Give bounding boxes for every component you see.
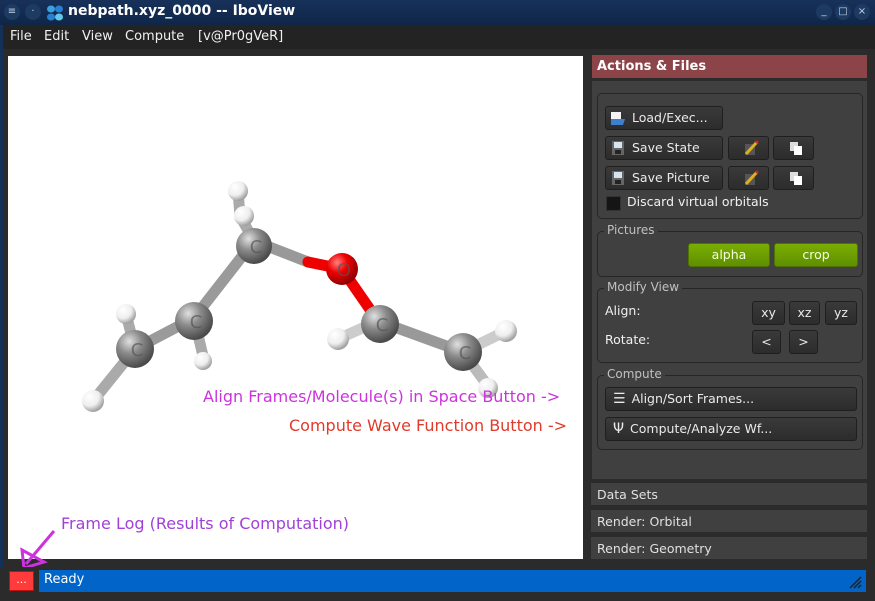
psi-icon: Ψ [613,421,625,437]
hydrogen-atom [495,320,517,342]
copy-picture-button[interactable] [773,166,814,190]
minimize-button[interactable]: _ [816,4,832,20]
hydrogen-atom [234,206,254,226]
menu-user[interactable]: [v@Pr0gVeR] [198,29,283,44]
status-message-area: Ready [39,570,866,592]
annotation-arrow-icon [20,530,56,570]
sticky-button[interactable]: · [25,4,41,20]
modify-view-group-title: Modify View [604,280,683,294]
list-icon: ☰ [613,391,626,407]
bonds [87,185,512,407]
atom-label: C [250,237,263,258]
align-label: Align: [605,303,641,318]
modify-view-group: Modify View Align: xy xz yz Rotate: < > [597,280,863,363]
compute-group-title: Compute [604,367,665,381]
annotation-compute: Compute Wave Function Button -> [289,416,568,435]
floppy-disk-icon [612,171,624,185]
align-sort-frames-button[interactable]: ☰ Align/Sort Frames... [605,387,857,411]
hydrogen-atom [82,390,104,412]
rotate-right-button[interactable]: > [789,330,818,354]
hydrogen-atom [327,328,349,350]
hydrogen-atom [194,352,212,370]
menu-compute[interactable]: Compute [125,29,184,44]
discard-virtual-orbitals-checkbox[interactable] [606,196,621,211]
pictures-group-title: Pictures [604,223,658,237]
save-state-button[interactable]: Save State [605,136,723,160]
annotation-log: Frame Log (Results of Computation) [61,514,350,533]
compute-group: Compute ☰ Align/Sort Frames... Ψ Compute… [597,367,863,450]
copy-icon [789,142,802,155]
section-render-orbital[interactable]: Render: Orbital [591,510,867,533]
hydrogen-atom [116,304,136,324]
compute-analyze-wf-button[interactable]: Ψ Compute/Analyze Wf... [605,417,857,441]
crop-button[interactable]: crop [774,243,858,267]
copy-state-button[interactable] [773,136,814,160]
menu-view[interactable]: View [82,29,113,44]
molecule-render: C O C C C C [82,181,517,412]
discard-virtual-orbitals-label: Discard virtual orbitals [627,194,769,209]
align-xy-button[interactable]: xy [752,301,785,325]
atom-label: C [131,340,144,361]
actions-panel: Actions & Files Load/Exec... Save State … [591,55,867,561]
save-picture-as-button[interactable] [728,166,769,190]
maximize-button[interactable]: □ [835,4,851,20]
open-file-icon [611,112,625,125]
close-button[interactable]: × [854,4,870,20]
load-exec-button[interactable]: Load/Exec... [605,106,723,130]
section-render-geometry[interactable]: Render: Geometry [591,537,867,560]
molecule-viewport[interactable]: C O C C C C [8,56,583,559]
save-state-as-button[interactable] [728,136,769,160]
frame-log-button[interactable]: ... [9,571,34,591]
menu-edit[interactable]: Edit [44,29,69,44]
pencil-edit-icon [744,170,758,186]
atom-label: C [190,312,203,333]
menu-bar: File Edit View Compute [v@Pr0gVeR] [0,25,875,49]
rotate-left-button[interactable]: < [752,330,781,354]
copy-icon [789,172,802,185]
resize-grip-icon[interactable] [848,575,862,589]
floppy-disk-icon [612,141,624,155]
section-data-sets[interactable]: Data Sets [591,483,867,506]
atom-label: C [376,315,389,336]
save-picture-button[interactable]: Save Picture [605,166,723,190]
panel-header-actions-files[interactable]: Actions & Files [592,55,867,78]
align-yz-button[interactable]: yz [825,301,857,325]
atom-label: O [337,260,351,281]
title-bar: ≡ · nebpath.xyz_0000 -- IboView _ □ × [0,0,875,26]
window-border [0,25,3,601]
atoms [82,181,517,412]
pictures-group: Pictures alpha crop [597,223,863,277]
atom-label: C [459,343,472,364]
files-group: Load/Exec... Save State Save Picture Dis… [597,93,863,219]
rotate-label: Rotate: [605,332,651,347]
status-text: Ready [44,572,85,587]
window-title: nebpath.xyz_0000 -- IboView [68,3,296,19]
align-xz-button[interactable]: xz [789,301,820,325]
annotation-align: Align Frames/Molecule(s) in Space Button… [203,387,561,406]
iboview-app-icon [47,5,63,21]
panel-body: Load/Exec... Save State Save Picture Dis… [592,81,867,479]
pencil-edit-icon [744,140,758,156]
menu-file[interactable]: File [10,29,32,44]
hydrogen-atom [228,181,248,201]
window-menu-button[interactable]: ≡ [4,4,20,20]
alpha-button[interactable]: alpha [688,243,770,267]
